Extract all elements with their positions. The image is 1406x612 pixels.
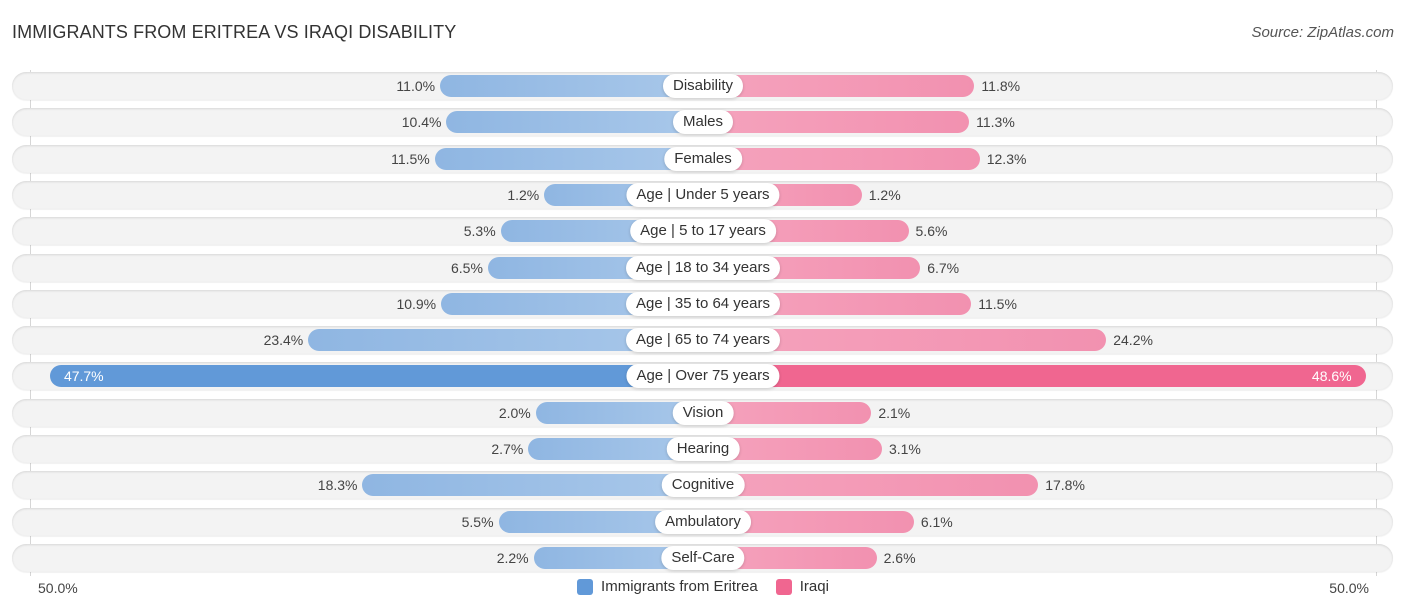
legend-swatch-eritrea [577,578,594,595]
category-label: Ambulatory [655,509,751,534]
category-label: Hearing [666,437,740,461]
value-label-eritrea: 18.3% [317,477,358,494]
value-label-iraqi: 11.8% [981,78,1021,94]
category-label: Age | Under 5 years [626,182,780,207]
bar-eritrea[interactable] [362,474,703,497]
value-label-iraqi: 12.3% [986,150,1027,167]
legend-item-eritrea[interactable]: Immigrants from Eritrea [577,578,758,595]
value-label-eritrea: 2.0% [498,404,531,421]
value-label-eritrea: 11.5% [391,150,430,167]
value-label-eritrea: 23.4% [263,332,304,349]
bar-iraqi[interactable] [703,75,975,97]
value-label-eritrea: 47.7% [63,368,104,385]
value-label-eritrea: 1.2% [507,186,540,203]
legend-label-eritrea: Immigrants from Eritrea [601,578,758,595]
bar-iraqi[interactable] [703,365,1366,388]
bar-iraqi[interactable] [703,147,980,170]
value-label-iraqi: 17.8% [1045,477,1085,494]
bar-iraqi[interactable] [703,474,1039,497]
value-label-eritrea: 10.9% [396,295,437,312]
legend-swatch-iraqi [775,578,792,595]
bar-eritrea[interactable] [446,111,703,134]
category-label: Vision [672,400,734,425]
chart-title: IMMIGRANTS FROM ERITREA VS IRAQI DISABIL… [12,22,457,42]
value-label-iraqi: 6.7% [927,259,960,276]
value-label-iraqi: 11.5% [978,295,1017,312]
category-label: Females [664,146,742,171]
category-label: Age | 5 to 17 years [630,219,776,244]
category-label: Disability [662,74,744,98]
value-label-iraqi: 1.2% [868,186,901,203]
category-label: Age | 35 to 64 years [626,291,780,316]
value-label-iraqi: 2.6% [883,549,916,566]
value-label-iraqi: 48.6% [1311,368,1352,385]
source-note: Source: ZipAtlas.com [1251,24,1394,41]
legend-label-iraqi: Iraqi [799,578,829,595]
value-label-eritrea: 5.3% [463,223,496,240]
value-label-iraqi: 2.1% [878,404,911,421]
value-label-eritrea: 5.5% [461,513,494,530]
value-label-iraqi: 3.1% [888,441,921,457]
bar-eritrea[interactable] [434,147,703,170]
legend-item-iraqi[interactable]: Iraqi [775,578,829,595]
value-label-iraqi: 5.6% [915,223,948,240]
category-label: Self-Care [661,545,745,570]
legend: Immigrants from Eritrea Iraqi [0,578,1406,595]
value-label-eritrea: 10.4% [401,114,442,131]
value-label-eritrea: 2.2% [496,549,529,566]
category-label: Age | 18 to 34 years [626,255,780,280]
category-label: Cognitive [661,473,745,498]
value-label-eritrea: 11.0% [396,78,436,94]
category-label: Age | 65 to 74 years [626,328,780,353]
value-label-iraqi: 24.2% [1113,332,1153,349]
bar-iraqi[interactable] [703,111,970,134]
value-label-iraqi: 6.1% [920,513,953,530]
value-label-eritrea: 2.7% [491,441,524,457]
category-label: Males [672,110,734,135]
value-label-iraqi: 11.3% [976,114,1015,131]
bar-eritrea[interactable] [49,365,703,388]
value-label-eritrea: 6.5% [450,259,483,276]
category-label: Age | Over 75 years [626,364,780,389]
